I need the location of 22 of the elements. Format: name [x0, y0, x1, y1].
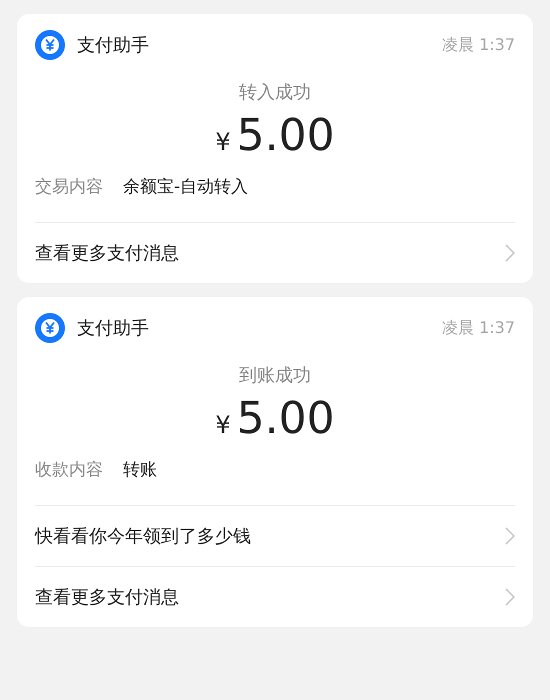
detail-value: 余额宝-自动转入 — [123, 176, 248, 198]
yuan-coin-icon — [35, 313, 65, 343]
message-link[interactable]: 查看更多支付消息 — [35, 566, 515, 627]
currency-symbol: ¥ — [215, 128, 231, 156]
message-time: 凌晨 1:37 — [442, 318, 515, 338]
app-name: 支付助手 — [77, 317, 150, 340]
message-time: 凌晨 1:37 — [442, 34, 515, 56]
chevron-right-icon — [505, 527, 515, 545]
message-link[interactable]: 快看看你今年领到了多少钱 — [35, 505, 515, 566]
currency-symbol: ¥ — [215, 411, 231, 439]
transaction-status: 到账成功 — [238, 364, 312, 387]
app-name: 支付助手 — [77, 34, 150, 57]
amount: 5.00 — [236, 110, 335, 161]
detail-value: 转账 — [123, 459, 157, 481]
detail-label: 交易内容 — [35, 176, 103, 198]
amount: 5.00 — [236, 393, 335, 444]
yuan-coin-icon — [35, 30, 65, 60]
transaction-status: 转入成功 — [238, 81, 312, 104]
detail-label: 收款内容 — [35, 459, 103, 481]
message-link[interactable]: 查看更多支付消息 — [35, 222, 515, 283]
chevron-right-icon — [505, 244, 515, 262]
chevron-right-icon — [505, 588, 515, 606]
